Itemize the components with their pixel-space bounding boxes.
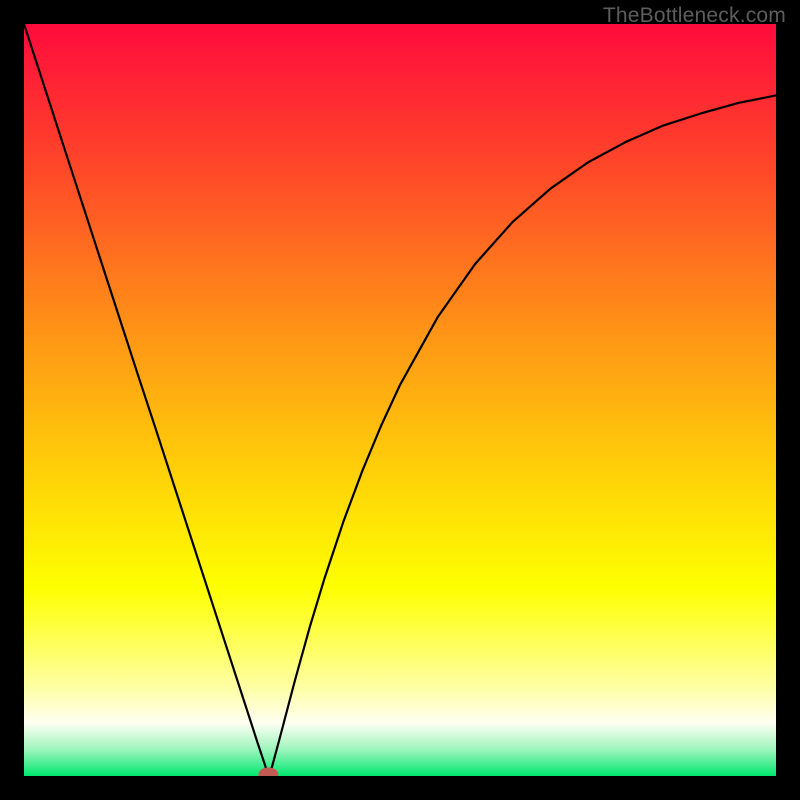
chart-frame	[24, 24, 776, 776]
watermark-text: TheBottleneck.com	[603, 4, 786, 28]
bottleneck-chart	[24, 24, 776, 776]
plot-background	[24, 24, 776, 776]
